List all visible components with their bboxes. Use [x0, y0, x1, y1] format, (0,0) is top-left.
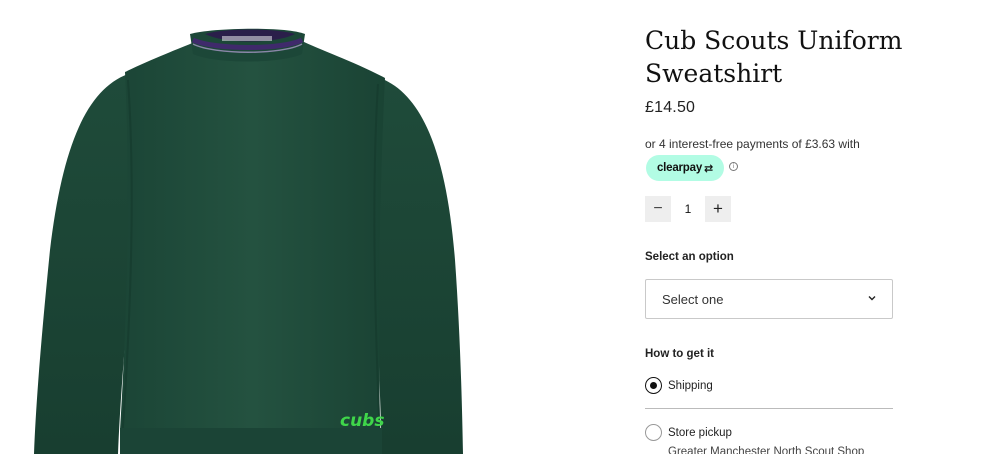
installment-text: or 4 interest-free payments of £3.63 wit…: [645, 137, 860, 151]
product-image[interactable]: cubs: [0, 0, 600, 454]
product-title-line2: Sweatshirt: [645, 59, 783, 88]
option-select-value: Select one: [662, 291, 724, 307]
divider: [645, 408, 893, 409]
quantity-value[interactable]: 1: [679, 196, 697, 222]
shipping-label[interactable]: Shipping: [668, 380, 713, 392]
clearpay-label: clearpay: [656, 162, 703, 174]
fulfilment-label: How to get it: [645, 348, 714, 360]
option-label: Select an option: [645, 251, 734, 263]
clearpay-arrows-icon: ⇄: [704, 162, 714, 175]
cubs-logo-text: cubs: [340, 411, 384, 431]
product-title: Cub Scouts Uniform Sweatshirt: [645, 24, 945, 90]
chevron-down-icon: [868, 296, 876, 301]
sweatshirt-image: cubs: [34, 28, 463, 454]
quantity-decrease-button[interactable]: −: [645, 196, 671, 222]
store-pickup-label[interactable]: Store pickup: [668, 427, 732, 439]
product-price: £14.50: [645, 99, 696, 116]
quantity-increase-button[interactable]: +: [705, 196, 731, 222]
store-pickup-radio[interactable]: [645, 424, 662, 441]
shipping-radio[interactable]: [645, 377, 662, 394]
clearpay-badge[interactable]: clearpay ⇄: [646, 155, 724, 181]
product-title-line1: Cub Scouts Uniform: [645, 26, 903, 55]
info-icon[interactable]: i: [729, 162, 738, 171]
store-name: Greater Manchester North Scout Shop: [668, 446, 865, 454]
option-select[interactable]: Select one: [645, 279, 893, 319]
